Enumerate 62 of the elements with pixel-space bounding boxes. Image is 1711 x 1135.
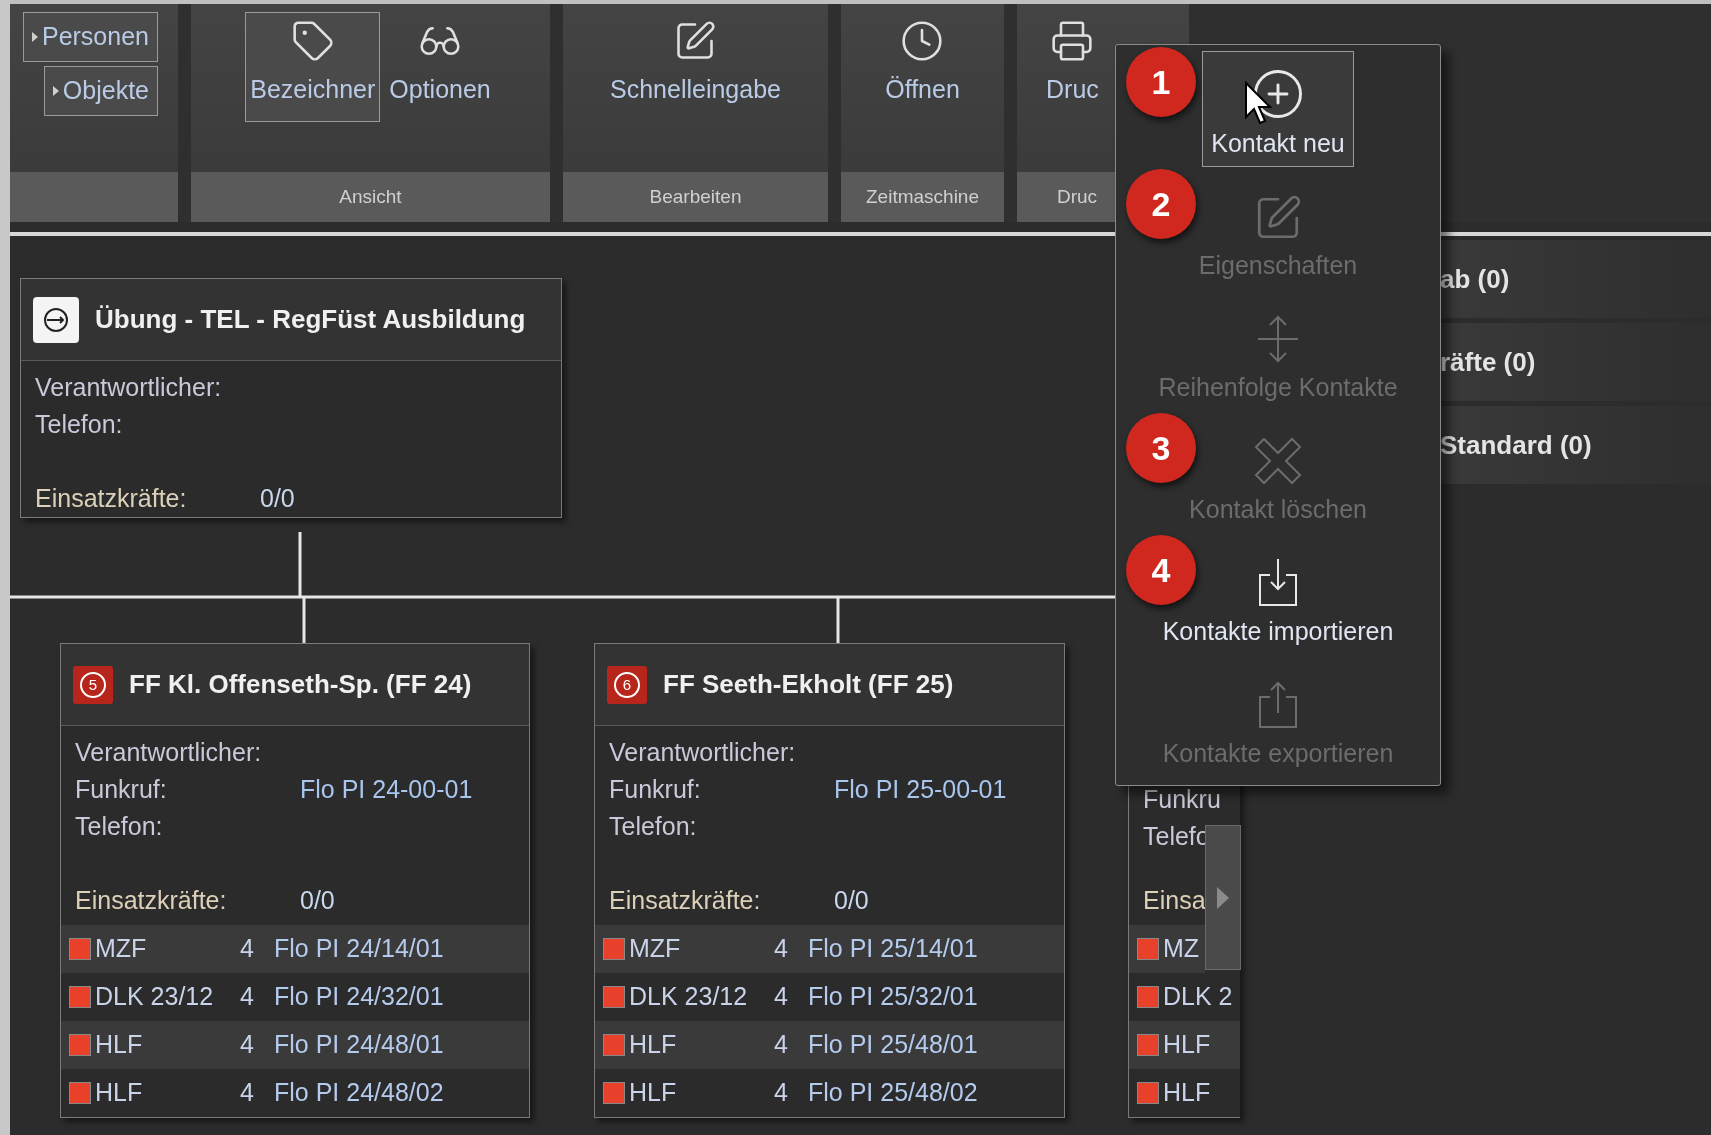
group-label: Zeitmaschine (866, 184, 979, 209)
vehicle-name: MZF (95, 933, 148, 965)
field-label: Funkruf: (609, 773, 702, 805)
category-label: ab (0) (1440, 262, 1510, 296)
vehicle-name: DLK 23/12 (95, 981, 215, 1013)
crew-count: 4 (774, 933, 789, 965)
vehicle-name: MZF (629, 933, 682, 965)
radio-call: Flo PI 25/48/02 (808, 1077, 978, 1109)
vehicle-name: DLK 2 (1163, 981, 1233, 1013)
category-label: räfte (0) (1440, 345, 1536, 379)
category-label: Standard (0) (1440, 428, 1592, 462)
field-label: Funkruf: (75, 773, 168, 805)
step-callout-tooltip: 2 (1126, 169, 1196, 239)
group-label: Ansicht (339, 184, 402, 209)
radio-call: Flo PI 25/48/01 (808, 1029, 978, 1061)
crew-count: 4 (240, 981, 255, 1013)
field-label: Telefon: (609, 810, 698, 842)
crew-count: 4 (240, 1077, 255, 1109)
field-label: Einsa (1143, 884, 1206, 916)
field-label: Verantwortlicher: (35, 371, 223, 403)
field-label: Funkru (1143, 783, 1221, 815)
vehicle-name: HLF (95, 1077, 144, 1109)
card-title: FF Seeth-Ekholt (FF 25) (663, 668, 954, 701)
group-label: Druc (1057, 184, 1098, 209)
radio-call: Flo PI 24/32/01 (274, 981, 444, 1013)
field-value: Flo PI 24-00-01 (300, 773, 473, 805)
step-callout-tooltip: 1 (1126, 47, 1196, 117)
vehicle-name: HLF (629, 1029, 678, 1061)
crew-count: 4 (774, 981, 789, 1013)
field-value: 0/0 (260, 482, 295, 514)
crew-count: 4 (774, 1077, 789, 1109)
vehicle-name: DLK 23/12 (629, 981, 749, 1013)
radio-call: Flo PI 24/48/01 (274, 1029, 444, 1061)
vehicle-name: HLF (1163, 1077, 1211, 1109)
field-label: Verantwortlicher: (609, 736, 797, 768)
card-title: Übung - TEL - RegFüst Ausbildung (95, 303, 526, 336)
crew-count: 4 (774, 1029, 789, 1061)
field-value: 0/0 (300, 884, 335, 916)
vehicle-name: HLF (1163, 1029, 1211, 1061)
unit-badge: 5 (73, 665, 113, 704)
vehicle-name: HLF (95, 1029, 144, 1061)
field-label: Verantwortlicher: (75, 736, 263, 768)
field-label: Einsatzkräfte: (35, 482, 188, 514)
radio-call: Flo PI 24/14/01 (274, 933, 444, 965)
field-label: Telefon: (35, 408, 124, 440)
field-value: Flo PI 25-00-01 (834, 773, 1007, 805)
field-label: Einsatzkräfte: (609, 884, 762, 916)
crew-count: 4 (240, 1029, 255, 1061)
group-label: Bearbeiten (649, 184, 742, 209)
unit-badge: 6 (607, 665, 647, 704)
field-label: Telefon: (75, 810, 164, 842)
crew-count: 4 (240, 933, 255, 965)
step-callout-tooltip: 4 (1126, 535, 1196, 605)
radio-call: Flo PI 24/48/02 (274, 1077, 444, 1109)
radio-call: Flo PI 25/32/01 (808, 981, 978, 1013)
field-value: 0/0 (834, 884, 869, 916)
vehicle-name: MZ (1163, 933, 1200, 965)
radio-call: Flo PI 25/14/01 (808, 933, 978, 965)
vehicle-name: HLF (629, 1077, 678, 1109)
field-label: Einsatzkräfte: (75, 884, 228, 916)
card-title: FF Kl. Offenseth-Sp. (FF 24) (129, 668, 472, 701)
step-callout-tooltip: 3 (1126, 413, 1196, 483)
